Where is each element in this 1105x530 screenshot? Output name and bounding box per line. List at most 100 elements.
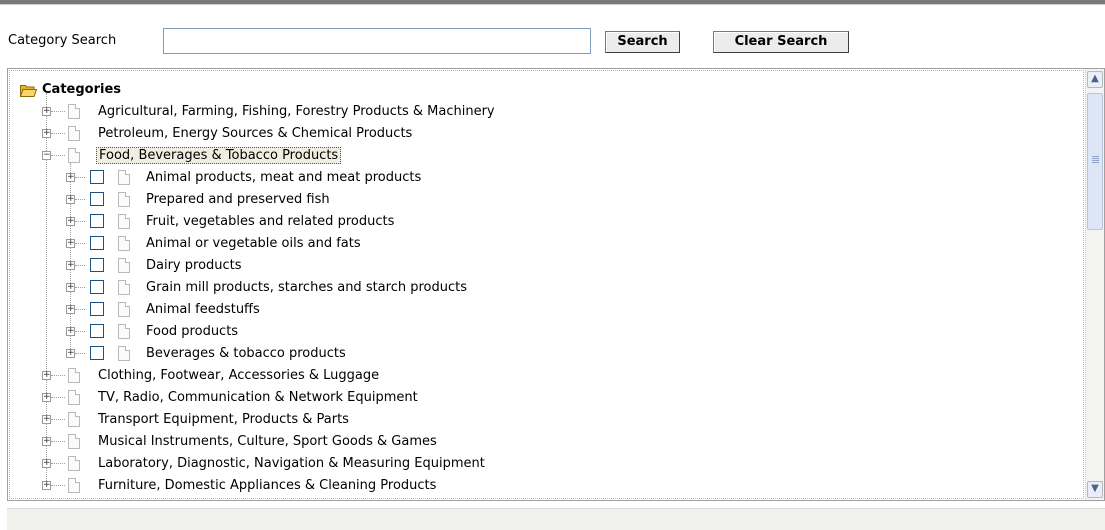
document-icon [68,434,80,449]
status-bar [7,508,1105,530]
tree-subitem[interactable]: + Animal or vegetable oils and fats [10,233,710,255]
plus-expander-icon[interactable]: + [42,393,51,402]
tree-subitem[interactable]: + Animal feedstuffs [10,299,710,321]
document-icon [118,302,130,317]
folder-open-icon [20,85,37,97]
tree-subitem-label: Animal products, meat and meat products [146,170,422,185]
tree-root-label: Categories [42,82,122,97]
category-tree: Categories + Agricultural, Farming, Fishi… [9,70,1084,499]
tree-item[interactable]: − Food, Beverages & Tobacco Products [10,145,710,167]
plus-expander-icon[interactable]: + [42,481,51,490]
plus-expander-icon[interactable]: + [42,459,51,468]
plus-expander-icon[interactable]: + [42,107,51,116]
minus-expander-icon[interactable]: − [42,151,51,160]
document-icon [118,346,130,361]
category-search-input[interactable] [163,28,591,54]
tree-connector-line [75,287,85,288]
tree-connector-line [51,441,65,442]
plus-expander-icon[interactable]: + [66,283,75,292]
tree-item[interactable]: + Furniture, Domestic Appliances & Cleani… [10,475,710,497]
tree-item-label: Agricultural, Farming, Fishing, Forestry… [98,104,495,119]
tree-item[interactable]: + Clothing, Footwear, Accessories & Lugga… [10,365,710,387]
tree-connector-line [75,243,85,244]
subcategory-checkbox[interactable] [90,170,104,184]
document-icon [118,236,130,251]
tree-item-label: Transport Equipment, Products & Parts [98,412,349,427]
subcategory-checkbox[interactable] [90,192,104,206]
tree-subitem[interactable]: + Animal products, meat and meat products [10,167,710,189]
tree-subitem[interactable]: + Food products [10,321,710,343]
tree-connector-line [51,485,65,486]
plus-expander-icon[interactable]: + [66,305,75,314]
tree-connector-line [75,199,85,200]
plus-expander-icon[interactable]: + [42,415,51,424]
tree-root[interactable]: Categories [10,79,610,101]
tree-scrollbar[interactable]: ▲ ▼ [1085,69,1104,500]
subcategory-checkbox[interactable] [90,302,104,316]
clear-search-button[interactable]: Clear Search [713,31,849,53]
document-icon [118,258,130,273]
scroll-down-arrow-icon[interactable]: ▼ [1087,481,1103,498]
subcategory-checkbox[interactable] [90,324,104,338]
plus-expander-icon[interactable]: + [42,371,51,380]
tree-subitem-label: Prepared and preserved fish [146,192,330,207]
subcategory-checkbox[interactable] [90,346,104,360]
subcategory-checkbox[interactable] [90,258,104,272]
tree-item-label: Furniture, Domestic Appliances & Cleanin… [98,478,437,493]
plus-expander-icon[interactable]: + [66,217,75,226]
tree-subitem[interactable]: + Fruit, vegetables and related products [10,211,710,233]
tree-subitem-label: Animal or vegetable oils and fats [146,236,361,251]
document-icon [118,280,130,295]
document-icon [68,368,80,383]
document-icon [118,170,130,185]
plus-expander-icon[interactable]: + [66,239,75,248]
tree-item-label: TV, Radio, Communication & Network Equip… [98,390,418,405]
scroll-up-arrow-icon[interactable]: ▲ [1087,71,1103,88]
document-icon [118,192,130,207]
tree-item-label: Food, Beverages & Tobacco Products [96,147,342,164]
tree-item[interactable]: + TV, Radio, Communication & Network Equi… [10,387,710,409]
tree-subitem[interactable]: + Grain mill products, starches and starc… [10,277,710,299]
tree-item[interactable]: + Transport Equipment, Products & Parts [10,409,710,431]
tree-connector-line [75,331,85,332]
tree-connector-line [75,265,85,266]
tree-item-label: Musical Instruments, Culture, Sport Good… [98,434,437,449]
tree-item-label: Petroleum, Energy Sources & Chemical Pro… [98,126,413,141]
subcategory-checkbox[interactable] [90,236,104,250]
document-icon [68,104,80,119]
plus-expander-icon[interactable]: + [66,349,75,358]
document-icon [68,456,80,471]
subcategory-checkbox[interactable] [90,280,104,294]
plus-expander-icon[interactable]: + [66,261,75,270]
document-icon [118,324,130,339]
tree-subitem[interactable]: + Prepared and preserved fish [10,189,710,211]
document-icon [68,478,80,493]
plus-expander-icon[interactable]: + [66,327,75,336]
tree-item[interactable]: + Agricultural, Farming, Fishing, Forestr… [10,101,710,123]
tree-subitem[interactable]: + Beverages & tobacco products [10,343,710,365]
tree-item[interactable]: + Petroleum, Energy Sources & Chemical Pr… [10,123,710,145]
category-tree-panel: Categories + Agricultural, Farming, Fishi… [7,68,1105,501]
plus-expander-icon[interactable]: + [42,129,51,138]
tree-item[interactable]: + Laboratory, Diagnostic, Navigation & Me… [10,453,710,475]
category-search-label: Category Search [8,33,117,48]
category-search-bar: Category Search Search Clear Search [8,28,1098,54]
document-icon [68,412,80,427]
tree-subitem[interactable]: + Dairy products [10,255,710,277]
tree-connector-line [75,309,85,310]
tree-subitem-label: Dairy products [146,258,242,273]
search-button[interactable]: Search [605,31,680,53]
scroll-thumb[interactable] [1087,93,1103,230]
tree-subitem-label: Food products [146,324,239,339]
tree-subitem-label: Grain mill products, starches and starch… [146,280,468,295]
tree-item-label: Clothing, Footwear, Accessories & Luggag… [98,368,380,383]
tree-subitem-label: Animal feedstuffs [146,302,260,317]
tree-connector-line [51,375,65,376]
tree-connector-line [51,419,65,420]
subcategory-checkbox[interactable] [90,214,104,228]
plus-expander-icon[interactable]: + [42,437,51,446]
tree-item[interactable]: + Musical Instruments, Culture, Sport Goo… [10,431,710,453]
document-icon [68,148,80,163]
plus-expander-icon[interactable]: + [66,195,75,204]
plus-expander-icon[interactable]: + [66,173,75,182]
